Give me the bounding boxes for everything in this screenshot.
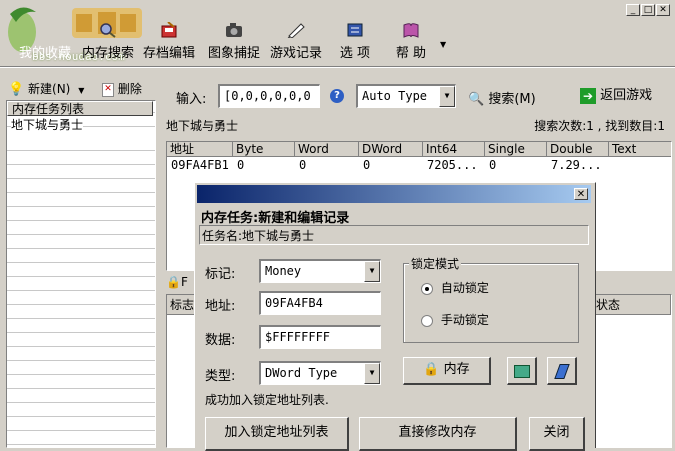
search-icon: 🔍 <box>468 92 485 107</box>
address-label: 地址: <box>205 299 236 314</box>
help-book-icon <box>403 23 419 38</box>
lock-tab-icon: 🔒 <box>166 275 181 289</box>
camera-icon <box>226 23 242 37</box>
return-game-button[interactable]: ➔ 返回游戏 <box>580 86 652 106</box>
search-stats: 搜索次数:1 , 找到数目:1 <box>534 119 665 133</box>
cell-word: 0 <box>299 158 307 172</box>
type-label: 类型: <box>205 369 236 384</box>
dialog-task-name: 任务名:地下城与勇士 <box>199 225 589 245</box>
search-type-select[interactable]: Auto Type ▼ <box>356 84 456 108</box>
close-dialog-button[interactable]: 关闭 <box>529 417 585 451</box>
green-arrow-icon: ➔ <box>580 87 596 104</box>
dialog-titlebar <box>197 185 591 203</box>
mark-select[interactable]: Money ▼ <box>259 259 381 283</box>
memory-chip-icon: 🔒 <box>423 362 440 377</box>
col-dword[interactable]: DWord <box>359 142 423 157</box>
add-lock-list-button[interactable]: 加入锁定地址列表 <box>205 417 349 451</box>
help-circle-icon[interactable]: ? <box>330 89 344 103</box>
pen-icon <box>287 23 305 38</box>
new-dropdown-icon[interactable]: ▼ <box>78 86 84 95</box>
new-task-button[interactable]: 💡 新建(N) ▼ <box>8 80 84 98</box>
disk-edit-icon <box>161 22 177 38</box>
calculator-button[interactable] <box>507 357 537 385</box>
edit-record-dialog: ✕ 内存任务:新建和编辑记录 任务名:地下城与勇士 标记: Money ▼ 地址… <box>194 182 596 451</box>
lock-mode-title: 锁定模式 <box>409 255 462 272</box>
modify-memory-button[interactable]: 直接修改内存 <box>359 417 517 451</box>
window-controls: _ □ ✕ <box>626 4 674 18</box>
data-field[interactable]: $FFFFFFFF <box>259 325 381 349</box>
dialog-title: 内存任务:新建和编辑记录 <box>201 211 350 226</box>
data-label: 数据: <box>205 333 236 348</box>
search-label: 输入: <box>176 92 207 107</box>
status-message: 成功加入锁定地址列表. <box>205 393 329 407</box>
col-status[interactable]: 状态 <box>593 295 671 315</box>
toolbar-screen-capture[interactable]: 图象捕捉 <box>204 0 264 62</box>
task-list-item[interactable]: 地下城与勇士 <box>11 118 84 132</box>
toolbar-favorites[interactable]: 我的收藏 <box>12 0 78 62</box>
cell-int64: 7205... <box>427 158 478 172</box>
type-select[interactable]: DWord Type ▼ <box>259 361 381 385</box>
chevron-down-icon[interactable]: ▼ <box>364 363 380 384</box>
delete-task-button[interactable]: ✕ 删除 <box>102 80 142 98</box>
chevron-down-icon[interactable]: ▼ <box>364 261 380 282</box>
main-toolbar: 我的收藏 内存搜索 存档编辑 图象捕捉 游戏记录 选 项 帮 助 ▼ <box>0 0 625 64</box>
toolbar-save-edit[interactable]: 存档编辑 <box>140 0 198 62</box>
cell-double: 7.29... <box>551 158 602 172</box>
col-text[interactable]: Text <box>609 142 671 157</box>
options-icon <box>347 23 363 37</box>
toolbar-separator <box>0 66 675 68</box>
toolbar-help[interactable]: 帮 助 <box>388 0 434 62</box>
radio-manual-lock[interactable]: 手动锁定 <box>421 311 489 328</box>
notepad-icon <box>553 364 570 379</box>
task-name-label: 地下城与勇士 <box>166 119 239 133</box>
toolbar-memory-search[interactable]: 内存搜索 <box>80 0 136 62</box>
dialog-close-button[interactable]: ✕ <box>574 188 588 200</box>
col-double[interactable]: Double <box>547 142 609 157</box>
memory-button[interactable]: 🔒 内存 <box>403 357 491 385</box>
mark-label: 标记: <box>205 267 236 282</box>
col-address[interactable]: 地址 <box>167 142 233 157</box>
delete-icon: ✕ <box>102 82 114 97</box>
maximize-button[interactable]: □ <box>641 4 655 16</box>
task-list[interactable]: 内存任务列表 地下城与勇士 <box>6 100 156 448</box>
new-bulb-icon: 💡 <box>8 82 25 97</box>
task-list-header: 内存任务列表 <box>7 101 153 116</box>
radio-icon-checked <box>421 282 433 295</box>
help-dropdown-arrow-icon[interactable]: ▼ <box>440 40 446 49</box>
radio-auto-lock[interactable]: 自动锁定 <box>421 279 489 296</box>
lock-mode-group <box>403 263 579 343</box>
calculator-icon <box>513 365 530 378</box>
close-window-button[interactable]: ✕ <box>656 4 670 16</box>
col-word[interactable]: Word <box>295 142 359 157</box>
sidebar: 💡 新建(N) ▼ ✕ 删除 内存任务列表 地下城与勇士 <box>4 76 158 448</box>
search-button[interactable]: 🔍 搜索(M) <box>468 88 536 107</box>
star-icon <box>35 22 55 38</box>
cell-single: 0 <box>489 158 497 172</box>
search-input[interactable]: [0,0,0,0,0,0 <box>218 84 320 108</box>
chevron-down-icon[interactable]: ▼ <box>439 86 455 107</box>
cell-dword: 0 <box>363 158 371 172</box>
toolbar-options[interactable]: 选 项 <box>330 0 380 62</box>
notepad-button[interactable] <box>547 357 577 385</box>
minimize-button[interactable]: _ <box>626 4 640 16</box>
address-field[interactable]: 09FA4FB4 <box>259 291 381 315</box>
col-byte[interactable]: Byte <box>233 142 295 157</box>
col-int64[interactable]: Int64 <box>423 142 485 157</box>
radio-icon-unchecked <box>421 314 433 327</box>
toolbar-game-record[interactable]: 游戏记录 <box>268 0 324 62</box>
cell-address: 09FA4FB1 <box>171 158 229 172</box>
cell-byte: 0 <box>237 158 245 172</box>
magnifier-icon <box>100 23 116 38</box>
col-single[interactable]: Single <box>485 142 547 157</box>
